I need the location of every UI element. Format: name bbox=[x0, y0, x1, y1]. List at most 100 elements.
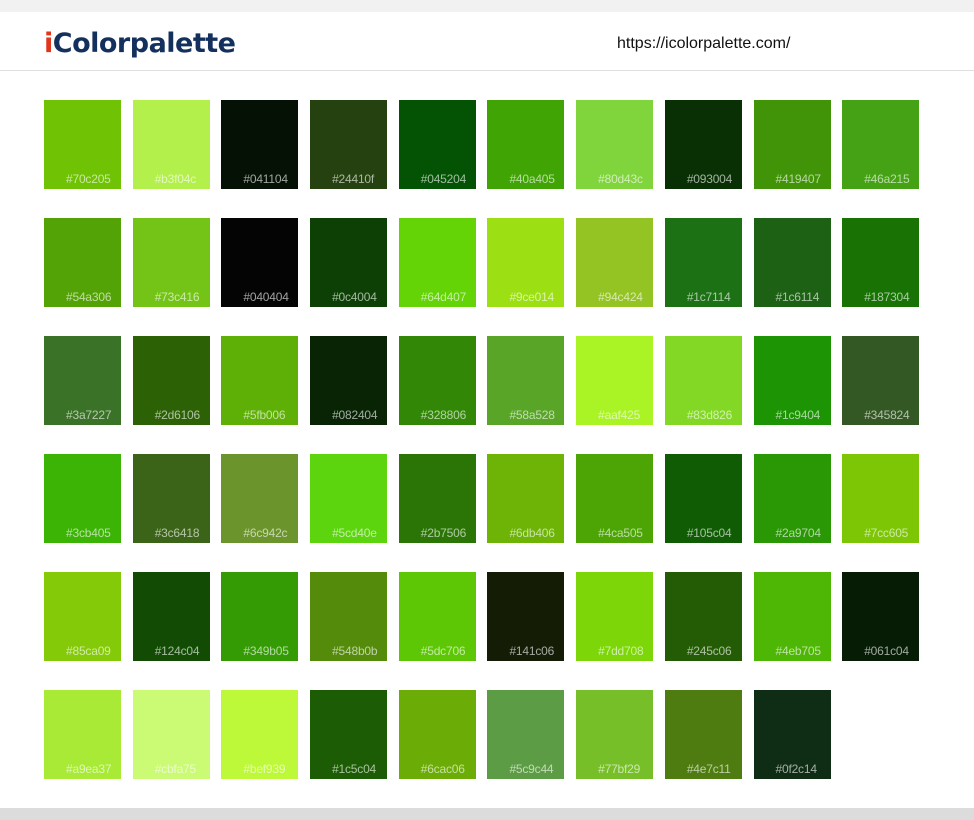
color-swatch[interactable]: #94c424 bbox=[576, 218, 654, 307]
color-swatch[interactable]: #58a528 bbox=[487, 336, 565, 425]
swatch-hex-label: #2b7506 bbox=[420, 526, 467, 540]
color-swatch[interactable]: #6cac06 bbox=[398, 690, 476, 779]
color-swatch[interactable]: #124c04 bbox=[132, 572, 210, 661]
color-swatch[interactable]: #5dc706 bbox=[398, 572, 476, 661]
swatch-hex-label: #94c424 bbox=[598, 290, 643, 304]
color-swatch[interactable]: #349b05 bbox=[221, 572, 299, 661]
swatch-hex-label: #1c9404 bbox=[775, 408, 821, 422]
swatch-hex-label: #124c04 bbox=[154, 644, 200, 658]
swatch-hex-label: #419407 bbox=[775, 172, 822, 186]
color-swatch[interactable]: #040404 bbox=[221, 218, 299, 307]
color-swatch[interactable]: #105c04 bbox=[664, 454, 742, 543]
color-swatch[interactable]: #3c6418 bbox=[132, 454, 210, 543]
color-swatch[interactable]: #70c205 bbox=[44, 100, 121, 189]
color-swatch[interactable]: #328806 bbox=[398, 336, 476, 425]
swatch-hex-label: #548b0b bbox=[332, 644, 378, 658]
color-swatch[interactable]: #141c06 bbox=[487, 572, 565, 661]
swatch-hex-label: #1c5c04 bbox=[332, 762, 377, 776]
swatch-hex-label: #3cb405 bbox=[66, 526, 111, 540]
color-swatch[interactable]: #0f2c14 bbox=[753, 690, 831, 779]
swatch-hex-label: #58a528 bbox=[509, 408, 555, 422]
color-swatch[interactable]: #5cd40e bbox=[310, 454, 388, 543]
color-swatch[interactable]: #3cb405 bbox=[44, 454, 121, 543]
color-swatch[interactable]: #0c4004 bbox=[310, 218, 388, 307]
color-swatch[interactable]: #1c7114 bbox=[664, 218, 742, 307]
swatch-hex-label: #082404 bbox=[332, 408, 378, 422]
color-swatch[interactable]: #345824 bbox=[842, 336, 920, 425]
swatch-hex-label: #a9ea37 bbox=[66, 762, 112, 776]
color-swatch[interactable]: #5c9c44 bbox=[487, 690, 565, 779]
color-swatch[interactable]: #cbfa75 bbox=[132, 690, 210, 779]
color-swatch[interactable]: #1c5c04 bbox=[310, 690, 388, 779]
swatch-hex-label: #141c06 bbox=[509, 644, 555, 658]
swatch-hex-label: #0f2c14 bbox=[775, 762, 818, 776]
color-swatch[interactable]: #24410f bbox=[310, 100, 388, 189]
color-swatch[interactable]: #aaf425 bbox=[576, 336, 654, 425]
color-swatch[interactable]: #40a405 bbox=[487, 100, 565, 189]
color-swatch[interactable]: #2d6106 bbox=[132, 336, 210, 425]
color-swatch[interactable]: #093004 bbox=[664, 100, 742, 189]
swatch-hex-label: #041104 bbox=[243, 172, 288, 186]
color-swatch[interactable]: #045204 bbox=[398, 100, 476, 189]
color-swatch[interactable]: #73c416 bbox=[132, 218, 210, 307]
swatch-hex-label: #aaf425 bbox=[598, 408, 641, 422]
color-swatch[interactable]: #041104 bbox=[221, 100, 299, 189]
swatch-hex-label: #46a215 bbox=[864, 172, 910, 186]
color-swatch[interactable]: #5fb006 bbox=[221, 336, 299, 425]
color-swatch[interactable]: #1c9404 bbox=[753, 336, 831, 425]
color-swatch[interactable]: #7dd708 bbox=[576, 572, 654, 661]
site-logo[interactable]: iColorpalette bbox=[44, 28, 236, 59]
logo-i: i bbox=[44, 28, 53, 59]
swatch-hex-label: #9ce014 bbox=[509, 290, 555, 304]
color-swatch[interactable]: #419407 bbox=[753, 100, 831, 189]
swatch-hex-label: #7dd708 bbox=[598, 644, 644, 658]
swatch-hex-label: #105c04 bbox=[686, 526, 732, 540]
swatch-hex-label: #83d826 bbox=[686, 408, 733, 422]
color-swatch[interactable]: #85ca09 bbox=[44, 572, 121, 661]
color-swatch[interactable]: #245c06 bbox=[664, 572, 742, 661]
color-swatch[interactable]: #4e7c11 bbox=[664, 690, 742, 779]
swatch-hex-label: #2a9704 bbox=[775, 526, 822, 540]
color-swatch[interactable]: #64d407 bbox=[398, 218, 476, 307]
swatch-hex-label: #1c7114 bbox=[686, 290, 731, 304]
color-swatch[interactable]: #4ca505 bbox=[576, 454, 654, 543]
color-swatch[interactable]: #80d43c bbox=[576, 100, 654, 189]
swatch-hex-label: #7cc605 bbox=[864, 526, 909, 540]
color-swatch[interactable]: #2a9704 bbox=[753, 454, 831, 543]
color-swatch[interactable]: #77bf29 bbox=[576, 690, 654, 779]
logo-text: Colorpalette bbox=[52, 28, 236, 59]
color-swatch[interactable]: #83d826 bbox=[664, 336, 742, 425]
swatch-hex-label: #0c4004 bbox=[332, 290, 377, 304]
color-swatch[interactable]: #54a306 bbox=[44, 218, 121, 307]
color-swatch[interactable]: #6db406 bbox=[487, 454, 565, 543]
color-swatch[interactable]: #2b7506 bbox=[398, 454, 476, 543]
swatch-hex-label: #040404 bbox=[243, 290, 289, 304]
swatch-hex-label: #77bf29 bbox=[598, 762, 641, 776]
color-swatch[interactable]: #a9ea37 bbox=[44, 690, 121, 779]
color-swatch[interactable]: #1c6114 bbox=[753, 218, 831, 307]
color-swatch[interactable]: #061c04 bbox=[842, 572, 920, 661]
swatch-hex-label: #1c6114 bbox=[775, 290, 820, 304]
swatch-hex-label: #85ca09 bbox=[66, 644, 111, 658]
color-swatch[interactable]: #3a7227 bbox=[44, 336, 121, 425]
swatch-hex-label: #045204 bbox=[420, 172, 467, 186]
swatch-hex-label: #40a405 bbox=[509, 172, 555, 186]
site-header: iColorpalette https://icolorpalette.com/ bbox=[0, 12, 974, 71]
color-swatch[interactable]: #6c942c bbox=[221, 454, 299, 543]
swatch-hex-label: #4ca505 bbox=[598, 526, 643, 540]
color-swatch[interactable]: #187304 bbox=[842, 218, 920, 307]
color-swatch[interactable]: #082404 bbox=[310, 336, 388, 425]
color-swatch[interactable]: #bef939 bbox=[221, 690, 299, 779]
swatch-hex-label: #4eb705 bbox=[775, 644, 822, 658]
color-swatch[interactable]: #9ce014 bbox=[487, 218, 565, 307]
color-swatch[interactable]: #4eb705 bbox=[753, 572, 831, 661]
palette-content: #70c205 #b3f04c #041104 #24410f #045204 #40a4… bbox=[0, 71, 974, 808]
color-swatch[interactable]: #b3f04c bbox=[132, 100, 210, 189]
swatch-hex-label: #093004 bbox=[686, 172, 733, 186]
swatch-hex-label: #5c9c44 bbox=[509, 762, 554, 776]
site-url[interactable]: https://icolorpalette.com/ bbox=[617, 35, 790, 53]
color-swatch[interactable]: #7cc605 bbox=[842, 454, 920, 543]
color-swatch[interactable]: #46a215 bbox=[842, 100, 920, 189]
color-swatch[interactable]: #548b0b bbox=[310, 572, 388, 661]
swatch-hex-label: #6cac06 bbox=[420, 762, 465, 776]
